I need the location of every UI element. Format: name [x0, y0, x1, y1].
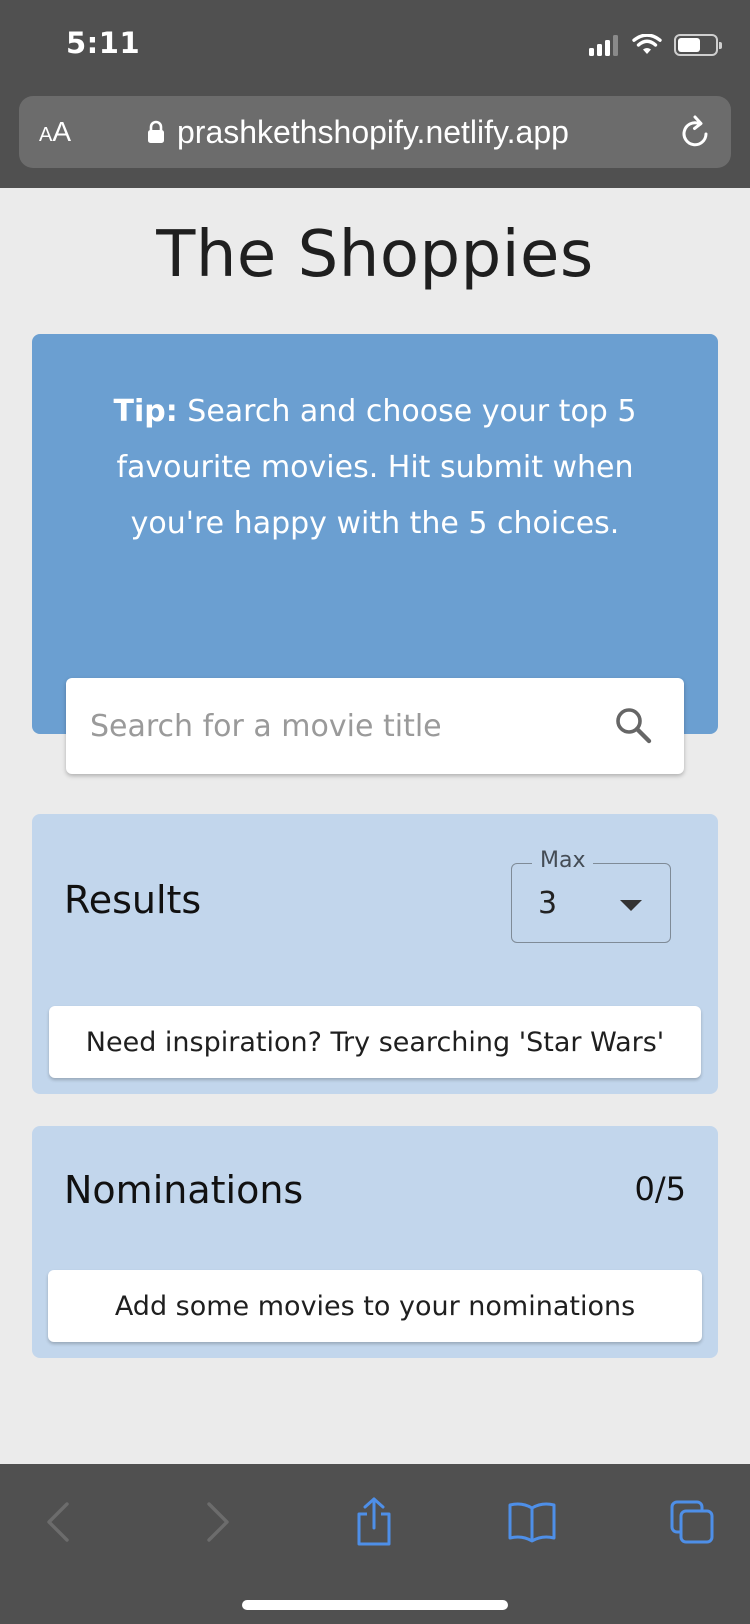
bookmarks-icon	[508, 1502, 556, 1543]
nominations-empty-message: Add some movies to your nominations	[48, 1270, 702, 1342]
nominations-card: Nominations 0/5 Add some movies to your …	[32, 1126, 718, 1358]
max-results-select[interactable]: Max 3	[511, 848, 671, 943]
browser-bottom-toolbar	[0, 1464, 750, 1624]
share-button[interactable]	[344, 1492, 404, 1552]
nominations-title: Nominations	[64, 1168, 304, 1212]
lock-icon	[148, 120, 164, 143]
bookmarks-button[interactable]	[502, 1492, 562, 1552]
results-hint: Need inspiration? Try searching 'Star Wa…	[49, 1006, 701, 1078]
results-title: Results	[64, 878, 202, 922]
tabs-button[interactable]	[662, 1492, 722, 1552]
nominations-count: 0/5	[634, 1170, 687, 1208]
battery-icon	[674, 34, 722, 56]
dropdown-arrow-icon	[620, 900, 642, 911]
reload-icon[interactable]	[679, 114, 713, 150]
page-title: The Shoppies	[156, 218, 594, 292]
tabs-icon	[670, 1500, 714, 1544]
forward-button[interactable]	[188, 1492, 248, 1552]
screen: 5:11 AA prashkethshopify.netlify.app The…	[0, 0, 750, 1624]
browser-top-chrome: 5:11 AA prashkethshopify.netlify.app	[0, 0, 750, 188]
back-icon	[47, 1502, 69, 1542]
tip-body: Search and choose your top 5 favourite m…	[116, 394, 637, 541]
max-value: 3	[538, 886, 558, 921]
text-size-button[interactable]: AA	[39, 116, 71, 148]
max-label: Max	[532, 848, 594, 873]
url-field[interactable]: prashkethshopify.netlify.app	[147, 110, 569, 154]
cellular-signal-icon	[589, 34, 618, 56]
tip-label: Tip:	[113, 394, 178, 429]
results-card: Results Max 3 Need inspiration? Try sear…	[32, 814, 718, 1094]
share-icon	[357, 1497, 391, 1546]
wifi-icon	[632, 34, 662, 54]
search-icon[interactable]	[614, 706, 652, 744]
status-time: 5:11	[66, 26, 141, 60]
search-box	[66, 678, 684, 774]
back-button[interactable]	[28, 1492, 88, 1552]
url-text: prashkethshopify.netlify.app	[177, 113, 569, 150]
forward-icon	[207, 1502, 229, 1542]
address-bar[interactable]: AA prashkethshopify.netlify.app	[19, 96, 731, 168]
search-input[interactable]	[90, 702, 570, 750]
tip-text: Tip: Search and choose your top 5 favour…	[92, 384, 658, 552]
status-icons	[589, 32, 722, 58]
home-indicator[interactable]	[242, 1600, 508, 1610]
tip-card: Tip: Search and choose your top 5 favour…	[32, 334, 718, 734]
